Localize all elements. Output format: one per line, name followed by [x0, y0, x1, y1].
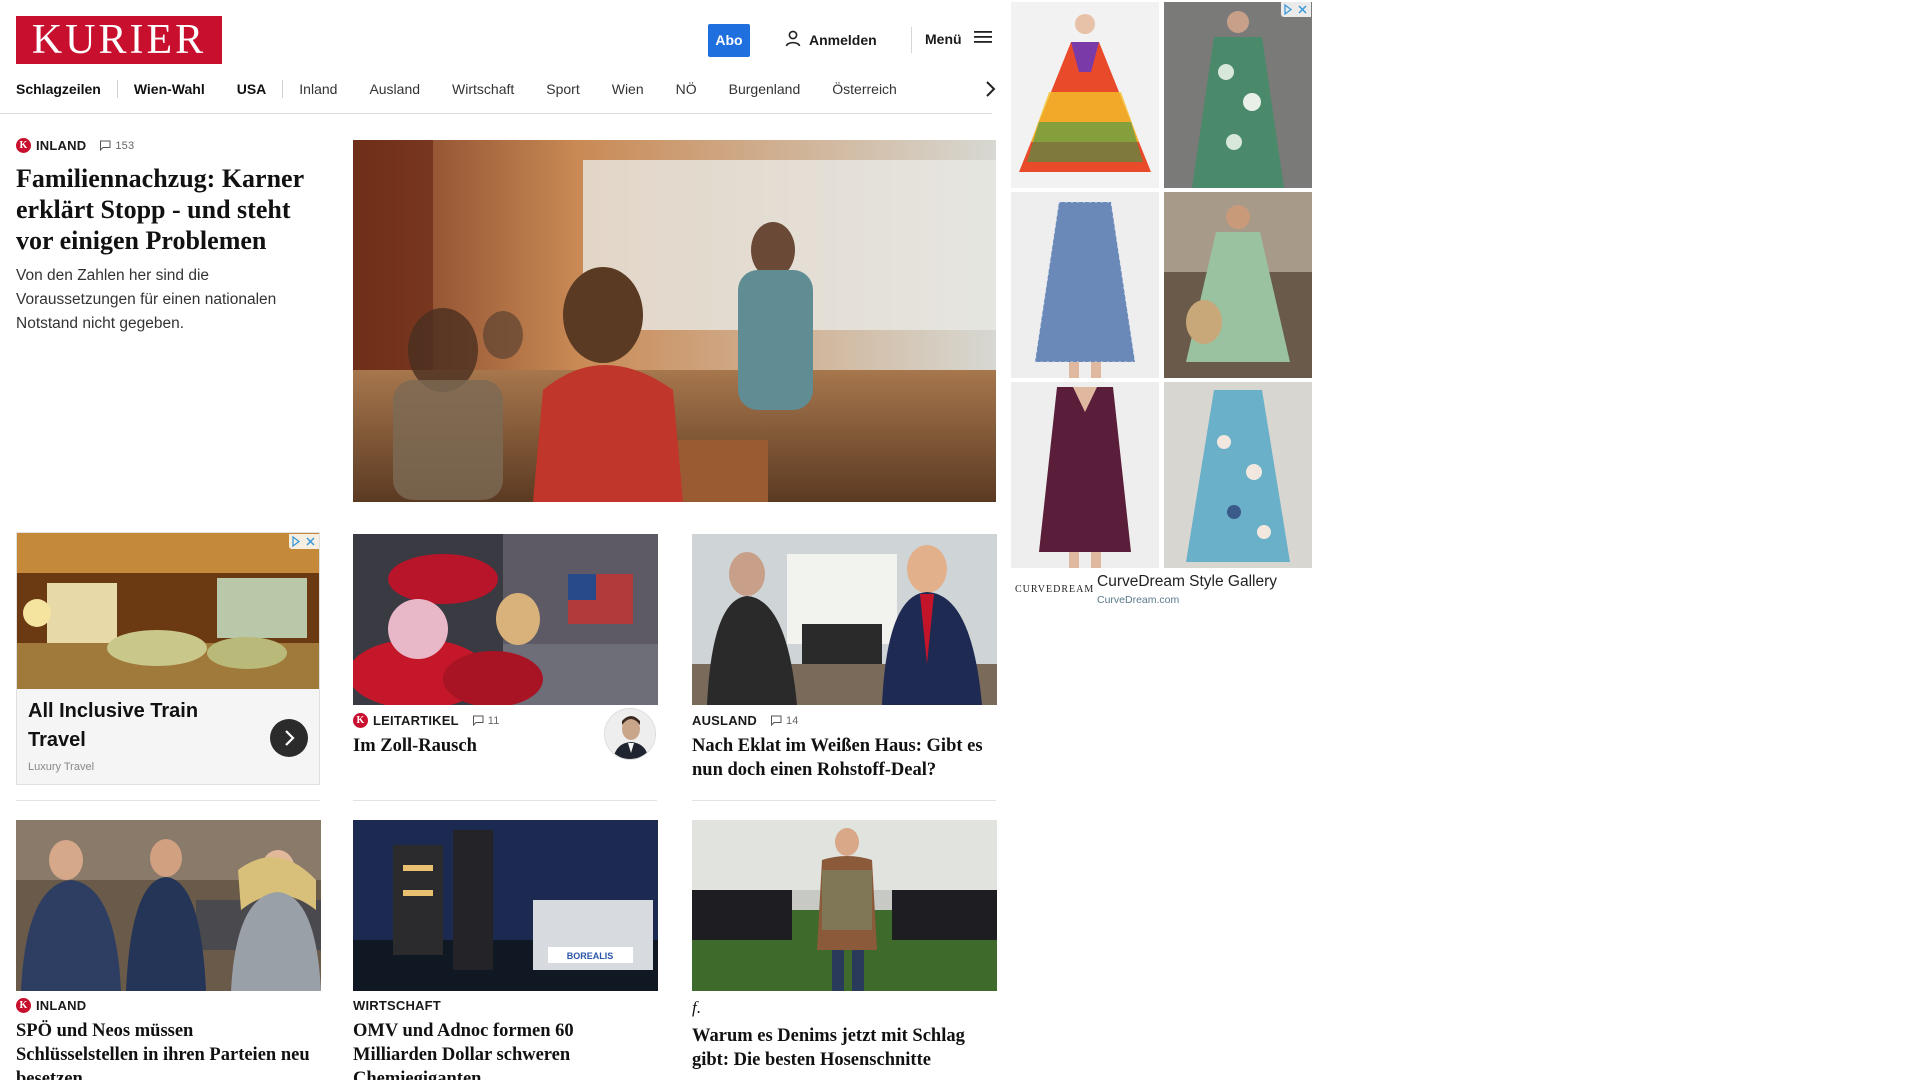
user-icon	[785, 30, 801, 50]
kurier-logo[interactable]: KURIER	[16, 16, 222, 64]
nav-divider	[282, 80, 284, 98]
menu-label: Menü	[925, 30, 962, 47]
article-category: AUSLAND 14	[692, 713, 996, 728]
article-category: K INLAND	[16, 998, 320, 1013]
article-image-fashion-runway[interactable]	[692, 820, 997, 991]
menu-button[interactable]: Menü	[925, 30, 992, 47]
chevron-right-icon[interactable]	[979, 78, 1001, 100]
nav-item-wien-wahl[interactable]: Wien-Wahl	[134, 78, 205, 100]
lead-headline[interactable]: Familiennachzug: Karner erklärt Stopp - …	[16, 163, 321, 256]
login-label: Anmelden	[809, 32, 877, 48]
comment-count[interactable]: 14	[770, 715, 799, 727]
row-divider	[692, 800, 996, 801]
login-button[interactable]: Anmelden	[785, 30, 877, 50]
ad-headline[interactable]: All Inclusive Train Travel	[28, 697, 248, 755]
comment-icon	[472, 715, 484, 726]
nav-item-schlagzeilen[interactable]: Schlagzeilen	[16, 78, 101, 100]
comment-count[interactable]: 11	[472, 715, 500, 727]
lead-teaser: Von den Zahlen her sind die Voraussetzun…	[16, 267, 277, 332]
comment-count-value: 153	[115, 139, 135, 152]
article-headline[interactable]: Nach Eklat im Weißen Haus: Gibt es nun d…	[692, 734, 996, 782]
section-nav: Schlagzeilen Wien-Wahl USA Inland Auslan…	[16, 78, 996, 100]
nav-item-burgenland[interactable]: Burgenland	[729, 78, 801, 100]
category-label: INLAND	[36, 998, 87, 1013]
comment-count[interactable]: 153	[99, 140, 134, 152]
lead-story[interactable]: K INLAND 153 Familiennachzug: Karner erk…	[16, 138, 321, 336]
author-avatar[interactable]	[604, 708, 656, 760]
ad-footer[interactable]: CURVEDREAM CurveDream Style Gallery Curv…	[1011, 568, 1312, 612]
hamburger-icon	[973, 30, 992, 47]
category-label: WIRTSCHAFT	[353, 998, 441, 1013]
row-divider	[353, 800, 657, 801]
article-card-denims[interactable]: f. Warum es Denims jetzt mit Schlag gibt…	[692, 998, 996, 1072]
nav-divider	[116, 80, 118, 98]
nav-item-usa[interactable]: USA	[237, 78, 267, 100]
article-headline[interactable]: Warum es Denims jetzt mit Schlag gibt: D…	[692, 1024, 996, 1072]
ad-image-rainbow-dress	[1011, 2, 1159, 188]
article-headline[interactable]: SPÖ und Neos müssen Schlüsselstellen in …	[16, 1019, 320, 1080]
ad-brand-logo: CURVEDREAM	[1015, 584, 1095, 595]
chevron-right-icon[interactable]	[270, 719, 308, 757]
nav-border	[0, 113, 992, 114]
ad-choices-icon[interactable]	[1281, 2, 1311, 17]
category-label: INLAND	[36, 138, 87, 153]
ad-headline[interactable]: CurveDream Style Gallery	[1097, 573, 1277, 591]
article-headline[interactable]: OMV und Adnoc formen 60 Milliarden Dolla…	[353, 1019, 657, 1080]
article-category: WIRTSCHAFT	[353, 998, 657, 1013]
header-divider	[911, 27, 912, 53]
lead-category: K INLAND 153	[16, 138, 321, 153]
article-image-chemical-plant[interactable]: BOREALIS	[353, 820, 658, 991]
article-image-maga-caps[interactable]	[353, 534, 658, 705]
category-label: LEITARTIKEL	[373, 713, 459, 728]
ad-image-burgundy-dress	[1011, 382, 1159, 568]
row-divider	[16, 800, 320, 801]
sponsored-ad-train-travel[interactable]: All Inclusive Train Travel Luxury Travel	[16, 532, 320, 785]
article-image-white-house[interactable]	[692, 534, 997, 705]
article-image-parliament[interactable]	[16, 820, 321, 991]
kurier-plus-icon: K	[16, 998, 31, 1013]
sponsored-ad-curvedream-gallery[interactable]: CURVEDREAM CurveDream Style Gallery Curv…	[1011, 2, 1312, 612]
ad-display-url: CurveDream.com	[1097, 594, 1180, 606]
ad-image-striped-dress	[1011, 192, 1159, 378]
article-card-omv-adnoc[interactable]: WIRTSCHAFT OMV und Adnoc formen 60 Milli…	[353, 998, 657, 1080]
comment-count-value: 14	[785, 714, 799, 727]
ad-image-mint-dress	[1164, 192, 1312, 378]
nav-item-oesterreich[interactable]: Österreich	[832, 78, 897, 100]
comment-count-value: 11	[487, 714, 500, 727]
article-category: f.	[692, 998, 996, 1018]
article-card-spoe-neos[interactable]: K INLAND SPÖ und Neos müssen Schlüsselst…	[16, 998, 320, 1080]
category-label: AUSLAND	[692, 713, 757, 728]
nav-item-inland[interactable]: Inland	[299, 78, 337, 100]
ad-image-train-interior	[17, 533, 319, 689]
nav-item-wirtschaft[interactable]: Wirtschaft	[452, 78, 514, 100]
kurier-plus-icon: K	[16, 138, 31, 153]
article-card-rohstoff-deal[interactable]: AUSLAND 14 Nach Eklat im Weißen Haus: Gi…	[692, 713, 996, 782]
nav-item-wien[interactable]: Wien	[612, 78, 644, 100]
lead-image-classroom[interactable]	[353, 140, 996, 502]
ad-image-blue-floral-dress	[1164, 382, 1312, 568]
ad-source: Luxury Travel	[28, 761, 95, 773]
nav-item-sport[interactable]: Sport	[546, 78, 579, 100]
ad-choices-icon[interactable]	[289, 534, 319, 549]
comment-icon	[770, 715, 782, 726]
nav-item-ausland[interactable]: Ausland	[369, 78, 420, 100]
nav-item-noe[interactable]: NÖ	[676, 78, 697, 100]
freizeit-logo: f.	[692, 998, 702, 1017]
abo-button[interactable]: Abo	[708, 24, 750, 57]
borealis-sign-text: BOREALIS	[567, 951, 614, 961]
comment-icon	[100, 140, 111, 151]
ad-image-green-floral-dress	[1164, 2, 1312, 188]
kurier-plus-icon: K	[353, 713, 368, 728]
